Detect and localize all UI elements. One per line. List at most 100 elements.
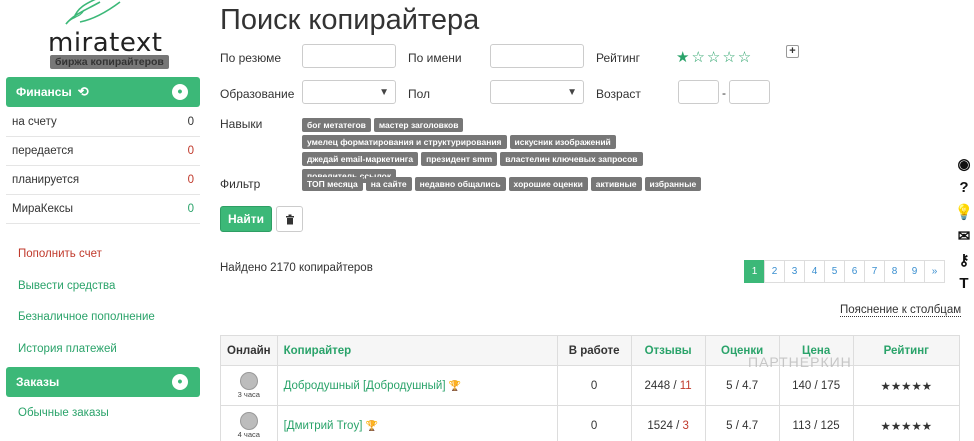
plus-button[interactable]: + bbox=[786, 45, 799, 58]
copywriter-name-link[interactable]: [Дмитрий Troy] bbox=[284, 420, 363, 432]
finance-list: на счету 0 передается 0 планируется 0 Ми… bbox=[6, 108, 200, 224]
filter-tag[interactable]: хорошие оценки bbox=[508, 177, 588, 191]
education-select[interactable]: ▼ bbox=[302, 80, 396, 104]
trophy-icon: 🏆 bbox=[448, 380, 462, 392]
orders-panel-header[interactable]: Заказы • bbox=[6, 367, 200, 397]
finance-row: МираКексы 0 bbox=[6, 195, 200, 224]
online-cell: 3 часа bbox=[220, 365, 278, 406]
next-page-link[interactable]: » bbox=[924, 260, 945, 283]
page-title: Поиск копирайтера bbox=[220, 4, 480, 36]
in-work-cell: 0 bbox=[556, 405, 632, 441]
table-row: 3 часа Добродушный [Добродушный] 🏆 0 244… bbox=[220, 365, 961, 406]
cashless-topup-link[interactable]: Безналичное пополнение bbox=[18, 311, 155, 323]
sidebar: miratext биржа копирайтеров Финансы ⟲ • … bbox=[0, 0, 204, 441]
filter-tags: ТОП месяца на сайте недавно общались хор… bbox=[302, 177, 702, 191]
page-link[interactable]: 7 bbox=[864, 260, 885, 283]
topup-link[interactable]: Пополнить счет bbox=[18, 248, 102, 260]
filter-tag[interactable]: активные bbox=[590, 177, 642, 191]
finance-row: на счету 0 bbox=[6, 108, 200, 137]
age-from-input[interactable] bbox=[678, 80, 719, 104]
lightbulb-icon[interactable]: 💡 bbox=[954, 203, 974, 227]
main-content: Поиск копирайтера По резюме По имени Рей… bbox=[220, 0, 974, 441]
skill-tag[interactable]: джедай email-маркетинга bbox=[302, 152, 419, 166]
page-link[interactable]: 4 bbox=[804, 260, 825, 283]
logo[interactable]: miratext биржа копирайтеров bbox=[40, 0, 169, 70]
avatar[interactable] bbox=[239, 372, 258, 390]
watermark: ПАРТНЕРКИН bbox=[748, 354, 852, 370]
finance-label: на счету bbox=[12, 116, 57, 128]
rating-label: Рейтинг bbox=[596, 51, 641, 65]
col-online: Онлайн bbox=[220, 335, 278, 366]
finance-value: 0 bbox=[187, 174, 194, 186]
clear-filters-button[interactable] bbox=[276, 206, 303, 232]
rating-stars-filter[interactable]: ★☆☆☆☆ bbox=[676, 48, 753, 66]
reviews-cell[interactable]: 1524 / 3 bbox=[630, 405, 706, 441]
refresh-icon[interactable]: ⟲ bbox=[78, 84, 89, 100]
reviews-negative: 11 bbox=[679, 379, 692, 392]
withdraw-link[interactable]: Вывести средства bbox=[18, 280, 115, 292]
page-link[interactable]: 2 bbox=[764, 260, 785, 283]
finance-label: МираКексы bbox=[12, 203, 74, 215]
age-label: Возраст bbox=[596, 87, 641, 101]
copywriter-name-link[interactable]: Добродушный [Добродушный] bbox=[284, 380, 446, 392]
chevron-down-icon: ▼ bbox=[567, 87, 577, 98]
page-link[interactable]: 6 bbox=[844, 260, 865, 283]
page-link[interactable]: 3 bbox=[784, 260, 805, 283]
skill-tag[interactable]: президент smm bbox=[421, 152, 498, 166]
age-to-input[interactable] bbox=[729, 80, 770, 104]
collapse-toggle-icon[interactable]: • bbox=[172, 374, 188, 390]
age-separator: - bbox=[722, 86, 726, 100]
brand-tagline: биржа копирайтеров bbox=[50, 55, 169, 69]
skill-tag[interactable]: властелин ключевых запросов bbox=[500, 152, 643, 166]
page-link[interactable]: 8 bbox=[884, 260, 905, 283]
table-row: 4 часа [Дмитрий Troy] 🏆 0 1524 / 3 5 / 4… bbox=[220, 405, 961, 441]
copywriter-cell: [Дмитрий Troy] 🏆 bbox=[276, 405, 558, 441]
resume-input[interactable] bbox=[302, 44, 396, 68]
explain-columns-link[interactable]: Пояснение к столбцам bbox=[840, 304, 962, 317]
marks-cell: 5 / 4.7 bbox=[704, 405, 780, 441]
results-count: Найдено 2170 копирайтеров bbox=[220, 262, 373, 274]
finance-label: передается bbox=[12, 145, 74, 157]
pagination: 1 2 3 4 5 6 7 8 9 » bbox=[744, 260, 945, 283]
gender-select[interactable]: ▼ bbox=[490, 80, 584, 104]
skill-tag[interactable]: искусник изображений bbox=[509, 135, 616, 149]
skill-tag[interactable]: умелец форматирования и структурирования bbox=[302, 135, 507, 149]
trash-icon bbox=[285, 214, 294, 224]
help-icon[interactable]: ? bbox=[954, 179, 974, 203]
filter-tag[interactable]: на сайте bbox=[365, 177, 412, 191]
find-button[interactable]: Найти bbox=[220, 206, 272, 232]
avatar[interactable] bbox=[239, 412, 258, 430]
orders-title: Заказы bbox=[16, 375, 60, 389]
col-reviews[interactable]: Отзывы bbox=[630, 335, 706, 366]
reviews-cell[interactable]: 2448 / 11 bbox=[630, 365, 706, 406]
regular-orders-link[interactable]: Обычные заказы bbox=[18, 407, 109, 419]
copywriter-cell: Добродушный [Добродушный] 🏆 bbox=[276, 365, 558, 406]
mail-icon[interactable]: ✉ bbox=[954, 227, 974, 251]
col-in-work: В работе bbox=[556, 335, 632, 366]
reviews-positive: 1524 bbox=[647, 419, 673, 432]
page-link[interactable]: 5 bbox=[824, 260, 845, 283]
podcast-icon[interactable]: ◉ bbox=[954, 155, 974, 179]
copywriters-table: Онлайн Копирайтер В работе Отзывы Оценки… bbox=[220, 335, 961, 441]
filter-tag[interactable]: избранные bbox=[644, 177, 702, 191]
text-icon[interactable]: T bbox=[954, 275, 974, 299]
finance-panel-header[interactable]: Финансы ⟲ • bbox=[6, 77, 200, 107]
collapse-toggle-icon[interactable]: • bbox=[172, 84, 188, 100]
last-seen: 4 часа bbox=[237, 430, 260, 439]
name-input[interactable] bbox=[490, 44, 584, 68]
skill-tag[interactable]: мастер заголовков bbox=[373, 118, 464, 132]
payment-history-link[interactable]: История платежей bbox=[18, 343, 117, 355]
skill-tag[interactable]: бог метатегов bbox=[302, 118, 371, 132]
reviews-positive: 2448 bbox=[644, 379, 671, 392]
key-icon[interactable]: ⚷ bbox=[954, 251, 974, 275]
filter-tag[interactable]: недавно общались bbox=[414, 177, 506, 191]
finance-row: передается 0 bbox=[6, 137, 200, 166]
page-link[interactable]: 1 bbox=[744, 260, 765, 283]
marks-cell: 5 / 4.7 bbox=[704, 365, 780, 406]
col-copywriter[interactable]: Копирайтер bbox=[276, 335, 558, 366]
page-link[interactable]: 9 bbox=[904, 260, 925, 283]
brand-name: miratext bbox=[48, 28, 163, 58]
filter-tag[interactable]: ТОП месяца bbox=[302, 177, 363, 191]
col-rating[interactable]: Рейтинг bbox=[852, 335, 961, 366]
skills-label: Навыки bbox=[220, 117, 263, 131]
